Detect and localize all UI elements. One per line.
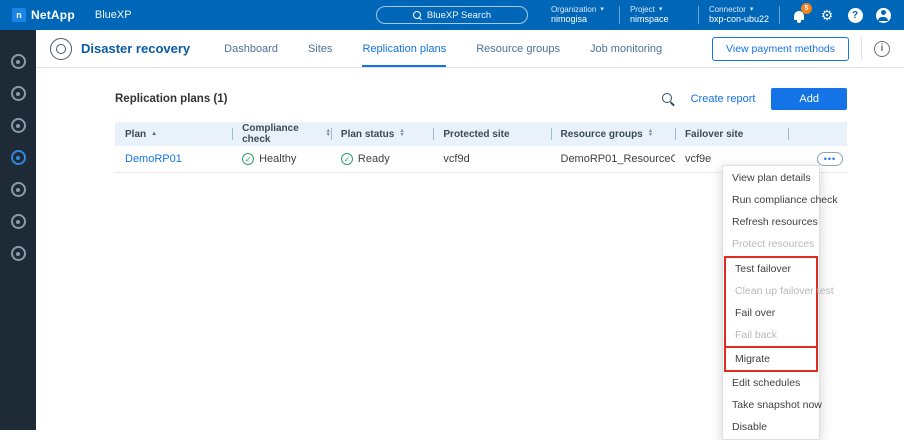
failover-actions-highlight-box: Test failover Clean up failover test Fai… (724, 256, 818, 348)
divider (698, 6, 699, 24)
notifications-button[interactable]: 5 (790, 6, 808, 24)
product-name: BlueXP (95, 9, 132, 21)
sort-icon: ▲▼ (648, 130, 653, 137)
sidebar-item-2[interactable] (11, 86, 26, 101)
tab-bar: Dashboard Sites Replication plans Resour… (224, 30, 662, 67)
view-payment-methods-button[interactable]: View payment methods (712, 37, 849, 61)
chevron-down-icon: ▾ (750, 6, 754, 14)
bluexp-search[interactable]: BlueXP Search (376, 6, 528, 24)
help-button[interactable]: ? (846, 6, 864, 24)
compliance-value: Healthy (259, 153, 296, 165)
healthy-check-icon: ✓ (242, 153, 254, 165)
project-value: nimspace (630, 14, 688, 24)
migrate-highlight-box: Migrate (724, 346, 818, 372)
table-header-row: Plan ▲ Compliance check ▲▼ Plan status ▲… (115, 122, 847, 146)
connector-selector[interactable]: Connector ▾ bxp-con-ubu22 (709, 5, 769, 25)
tab-resource-groups[interactable]: Resource groups (476, 30, 560, 67)
tab-dashboard[interactable]: Dashboard (224, 30, 278, 67)
account-button[interactable] (874, 6, 892, 24)
topbar: n NetApp BlueXP BlueXP Search Organizati… (0, 0, 904, 30)
tab-job-monitoring[interactable]: Job monitoring (590, 30, 662, 67)
project-selector[interactable]: Project ▾ nimspace (630, 5, 688, 25)
info-icon[interactable]: i (874, 41, 890, 57)
gear-icon: ⚙ (821, 8, 834, 22)
user-avatar-icon (876, 8, 891, 23)
menu-item-protect-resources: Protect resources (723, 233, 819, 255)
brand-name: NetApp (31, 8, 75, 22)
sidebar-item-disaster-recovery[interactable] (11, 150, 26, 165)
service-sidebar (0, 30, 36, 430)
failover-site-value: vcf9e (685, 153, 711, 165)
menu-item-take-snapshot-now[interactable]: Take snapshot now (723, 394, 819, 416)
menu-item-edit-schedules[interactable]: Edit schedules (723, 372, 819, 394)
sidebar-item-6[interactable] (11, 214, 26, 229)
menu-item-fail-over[interactable]: Fail over (726, 302, 816, 324)
menu-item-refresh-resources[interactable]: Refresh resources (723, 211, 819, 233)
menu-item-migrate[interactable]: Migrate (726, 348, 816, 370)
sidebar-item-3[interactable] (11, 118, 26, 133)
resource-groups-value: DemoRP01_ResourceGroup1 (561, 153, 675, 165)
menu-item-clean-up-failover-test: Clean up failover test (726, 280, 816, 302)
sidebar-item-7[interactable] (11, 246, 26, 261)
menu-item-run-compliance-check[interactable]: Run compliance check (723, 189, 819, 211)
table-search-icon[interactable] (662, 93, 675, 106)
menu-item-test-failover[interactable]: Test failover (726, 258, 816, 280)
row-actions-menu-button[interactable]: ••• (817, 152, 843, 166)
plan-name-link[interactable]: DemoRP01 (125, 153, 182, 165)
tab-replication-plans[interactable]: Replication plans (362, 30, 446, 67)
section-heading: Replication plans (1) (115, 93, 227, 105)
row-actions-menu: View plan details Run compliance check R… (722, 165, 820, 440)
divider (619, 6, 620, 24)
column-header-compliance-check[interactable]: Compliance check ▲▼ (232, 122, 331, 146)
connector-value: bxp-con-ubu22 (709, 14, 769, 24)
add-plan-button[interactable]: Add (771, 88, 847, 110)
protected-site-value: vcf9d (443, 153, 469, 165)
organization-selector[interactable]: Organization ▾ nimogisa (551, 5, 609, 25)
service-header: Disaster recovery Dashboard Sites Replic… (36, 30, 904, 68)
column-header-plan[interactable]: Plan ▲ (115, 122, 232, 146)
help-icon: ? (848, 8, 863, 23)
divider (861, 38, 862, 60)
sidebar-item-5[interactable] (11, 182, 26, 197)
disaster-recovery-icon (50, 38, 72, 60)
plan-status-value: Ready (358, 153, 390, 165)
column-header-resource-groups[interactable]: Resource groups ▲▼ (551, 122, 675, 146)
menu-item-view-plan-details[interactable]: View plan details (723, 167, 819, 189)
page-title: Disaster recovery (81, 41, 190, 56)
notification-badge: 5 (801, 3, 812, 14)
sidebar-item-1[interactable] (11, 54, 26, 69)
divider (779, 6, 780, 24)
column-header-failover-site[interactable]: Failover site (675, 122, 788, 146)
project-label: Project (630, 5, 655, 14)
column-header-plan-status[interactable]: Plan status ▲▼ (331, 122, 433, 146)
ready-check-icon: ✓ (341, 153, 353, 165)
netapp-logo-icon: n (12, 8, 26, 22)
tab-sites[interactable]: Sites (308, 30, 332, 67)
menu-item-disable[interactable]: Disable (723, 416, 819, 438)
create-report-link[interactable]: Create report (691, 93, 756, 105)
organization-value: nimogisa (551, 14, 609, 24)
sort-icon: ▲▼ (399, 130, 404, 137)
chevron-down-icon: ▾ (600, 6, 604, 14)
search-icon (413, 11, 422, 20)
menu-item-fail-back: Fail back (726, 324, 816, 346)
settings-button[interactable]: ⚙ (818, 6, 836, 24)
search-label: BlueXP Search (427, 10, 491, 21)
chevron-down-icon: ▾ (659, 6, 663, 14)
column-header-protected-site[interactable]: Protected site (433, 122, 550, 146)
organization-label: Organization (551, 5, 596, 14)
sort-asc-icon: ▲ (151, 131, 157, 137)
connector-label: Connector (709, 5, 746, 14)
